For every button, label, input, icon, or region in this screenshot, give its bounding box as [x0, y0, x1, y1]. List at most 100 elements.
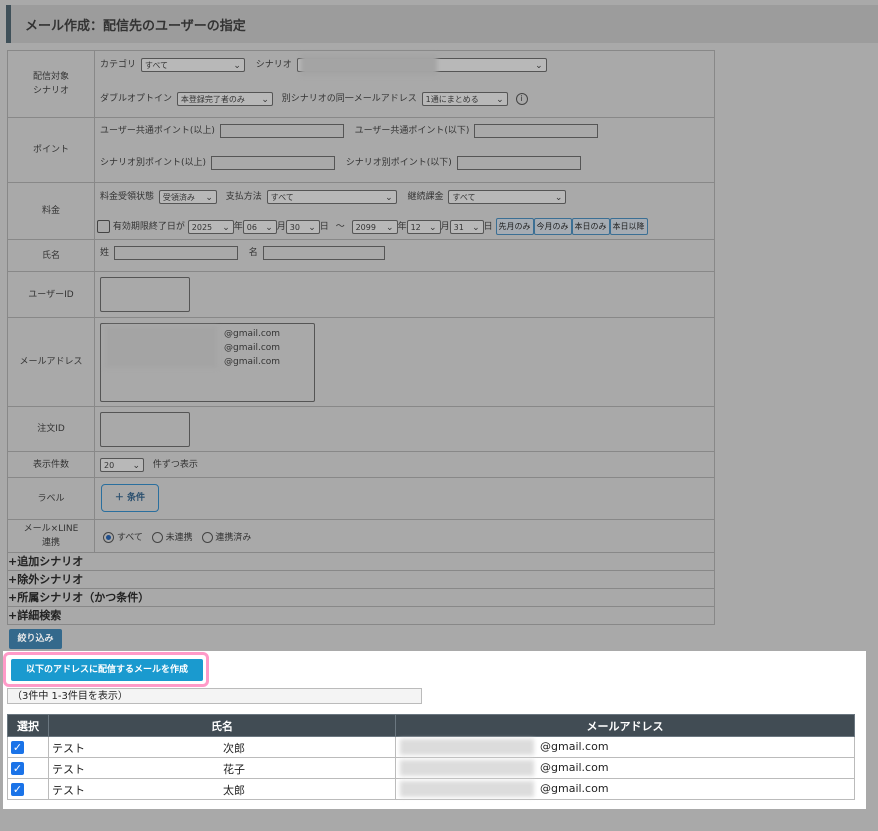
chevron-down-icon: ⌄ — [386, 222, 394, 233]
chevron-down-icon: ⌄ — [554, 192, 563, 203]
row-checkbox[interactable]: ✓ — [11, 740, 24, 754]
last-name-label: 姓 — [100, 248, 110, 258]
email-cell: @gmail.com — [540, 782, 609, 795]
display-count-select[interactable]: 20 ⌄ — [100, 457, 144, 472]
to-day-select[interactable]: 31 ⌄ — [449, 219, 484, 234]
scenario-point-min-input[interactable] — [210, 155, 335, 170]
same-mail-label: 別シナリオの同一メールアドレス — [281, 94, 417, 104]
scenario-point-max-label: シナリオ別ポイント(以下) — [345, 158, 452, 168]
last-month-button[interactable]: 先月のみ — [495, 218, 534, 235]
double-optin-select[interactable]: 本登録完了者のみ ⌄ — [176, 91, 273, 106]
today-button[interactable]: 本日のみ — [571, 218, 610, 235]
line-option-linked-radio[interactable] — [201, 532, 213, 543]
search-form: 配信対象 シナリオ カテゴリ すべて ⌄ シナリオ ⌄ ダブルオプトイン 本登録完… — [7, 50, 715, 625]
advanced-search-toggle[interactable]: +詳細検索 — [7, 606, 715, 625]
row-checkbox[interactable]: ✓ — [11, 782, 24, 796]
email-line: @gmail.com — [224, 343, 281, 353]
common-point-max-label: ユーザー共通ポイント(以下) — [354, 126, 470, 136]
billing-label: 継続課金 — [407, 192, 444, 202]
page-header: メール作成：配信先のユーザーの指定 — [6, 5, 878, 43]
line-option-linked-label: 連携済み — [215, 533, 252, 543]
last-name-cell: テスト — [52, 763, 85, 776]
last-name-cell: テスト — [52, 742, 85, 755]
last-name-input[interactable] — [113, 245, 238, 260]
user-id-label: ユーザーID — [7, 271, 95, 318]
this-month-button[interactable]: 今月のみ — [533, 218, 572, 235]
page-title: メール作成：配信先のユーザーの指定 — [25, 19, 246, 34]
email-cell: @gmail.com — [540, 761, 609, 774]
from-year-select[interactable]: 2025 ⌄ — [187, 219, 234, 234]
receipt-label: 料金受領状態 — [100, 192, 155, 202]
name-column-header: 氏名 — [48, 714, 396, 737]
chevron-down-icon: ⌄ — [132, 460, 140, 471]
add-condition-button[interactable]: ＋ 条件 — [101, 484, 159, 512]
display-count-suffix: 件ずつ表示 — [152, 460, 198, 470]
first-name-cell: 太郎 — [223, 784, 245, 797]
common-point-min-input[interactable] — [219, 123, 344, 138]
payment-select[interactable]: すべて ⌄ — [266, 189, 397, 204]
redacted-email — [105, 326, 217, 368]
chevron-down-icon: ⌄ — [385, 192, 393, 203]
common-point-max-input[interactable] — [474, 123, 599, 138]
chevron-down-icon: ⌄ — [233, 60, 241, 71]
add-scenario-toggle[interactable]: +追加シナリオ — [7, 552, 715, 571]
from-month-select[interactable]: 06 ⌄ — [242, 219, 277, 234]
info-icon[interactable]: i — [515, 92, 528, 105]
year-unit: 年 — [233, 222, 243, 232]
exclude-scenario-toggle[interactable]: +除外シナリオ — [7, 570, 715, 589]
email-line: @gmail.com — [224, 329, 281, 339]
modal-overlay — [866, 651, 878, 831]
billing-select[interactable]: すべて ⌄ — [448, 189, 567, 204]
create-mail-button[interactable]: 以下のアドレスに配信するメールを作成 — [11, 659, 203, 681]
line-option-all-radio[interactable] — [103, 532, 114, 543]
same-mail-select[interactable]: 1通にまとめる ⌄ — [421, 91, 508, 106]
point-label: ポイント — [7, 117, 95, 183]
range-separator: ～ — [335, 222, 345, 232]
table-row: ✓ テスト 太郎 @gmail.com — [7, 778, 855, 800]
name-label: 氏名 — [7, 239, 95, 272]
double-optin-label: ダブルオプトイン — [100, 94, 173, 104]
day-unit: 日 — [319, 222, 329, 232]
category-label: カテゴリ — [100, 60, 137, 70]
row-checkbox[interactable]: ✓ — [11, 761, 24, 775]
year-unit: 年 — [397, 222, 407, 232]
payment-label: 支払方法 — [225, 192, 262, 202]
first-name-input[interactable] — [262, 245, 385, 260]
to-year-select[interactable]: 2099 ⌄ — [351, 219, 398, 234]
member-scenario-toggle[interactable]: +所属シナリオ（かつ条件） — [7, 588, 715, 607]
from-day-select[interactable]: 30 ⌄ — [285, 219, 320, 234]
scenario-select-label: シナリオ — [255, 60, 292, 70]
redacted-email — [400, 760, 534, 776]
table-row: ✓ テスト 次郎 @gmail.com — [7, 736, 855, 758]
line-option-all-label: すべて — [116, 533, 143, 543]
last-name-cell: テスト — [52, 784, 85, 797]
email-column-header: メールアドレス — [395, 714, 855, 737]
email-textarea[interactable]: @gmail.com @gmail.com @gmail.com — [100, 323, 315, 402]
chevron-down-icon: ⌄ — [535, 60, 543, 71]
order-id-label: 注文ID — [7, 406, 95, 452]
line-link-label: メール×LINE 連携 — [7, 519, 95, 553]
user-id-textarea[interactable] — [100, 277, 190, 312]
category-select[interactable]: すべて ⌄ — [140, 57, 245, 72]
after-today-button[interactable]: 本日以降 — [609, 218, 648, 235]
order-id-textarea[interactable] — [100, 412, 190, 447]
chevron-down-icon: ⌄ — [261, 94, 269, 105]
to-month-select[interactable]: 12 ⌄ — [406, 219, 441, 234]
receipt-select[interactable]: 受領済み ⌄ — [158, 189, 217, 204]
month-unit: 月 — [276, 222, 286, 232]
expiry-checkbox[interactable] — [97, 220, 110, 233]
fee-label: 料金 — [7, 182, 95, 240]
redacted-email — [400, 781, 534, 797]
expiry-label: 有効期限終了日が — [112, 222, 185, 232]
email-cell: @gmail.com — [540, 740, 609, 753]
redacted-scenario — [301, 54, 437, 76]
chevron-down-icon: ⌄ — [222, 222, 230, 233]
line-option-unlinked-radio[interactable] — [151, 532, 163, 543]
redacted-email — [400, 739, 534, 755]
day-unit: 日 — [483, 222, 493, 232]
scenario-point-min-label: シナリオ別ポイント(以上) — [100, 158, 207, 168]
chevron-down-icon: ⌄ — [265, 222, 273, 233]
scenario-point-max-input[interactable] — [456, 155, 581, 170]
filter-button[interactable]: 絞り込み — [9, 629, 62, 649]
create-mail-highlight: 以下のアドレスに配信するメールを作成 — [3, 652, 209, 687]
